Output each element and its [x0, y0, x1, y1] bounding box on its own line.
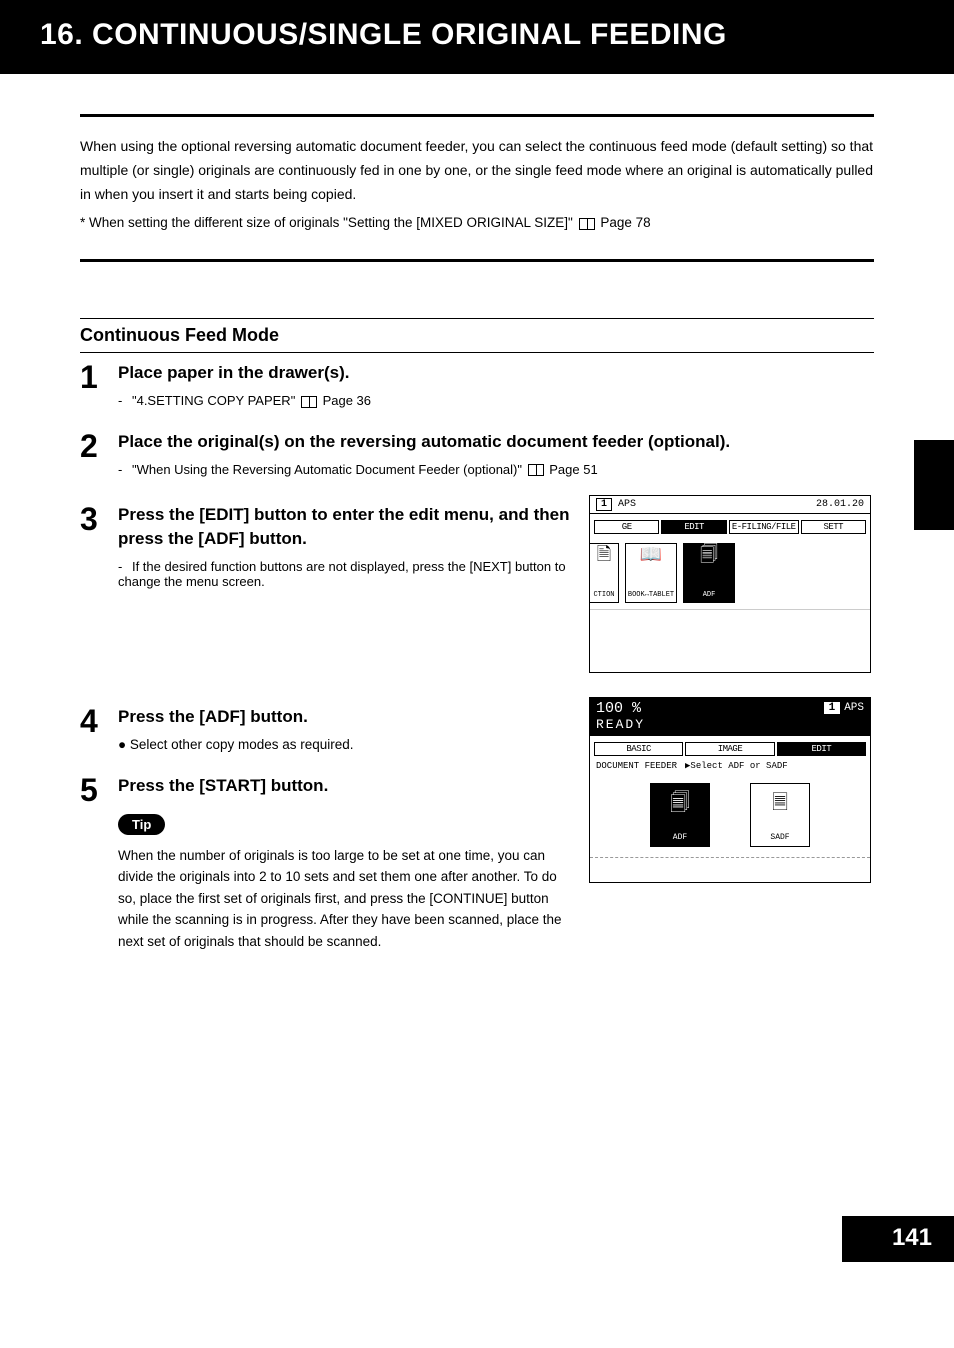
page-header: 16. CONTINUOUS/SINGLE ORIGINAL FEEDING: [0, 0, 954, 74]
page-number: 141: [842, 1216, 954, 1262]
lcd-btn-book-tablet[interactable]: 📖 BOOK↔TABLET: [625, 543, 677, 603]
lcd-btn-sadf-mode[interactable]: 🗏 SADF: [750, 783, 810, 847]
step-3-title: Press the [EDIT] button to enter the edi…: [118, 503, 571, 551]
lcd-copy-count: 1: [596, 498, 612, 511]
step-1-title: Place paper in the drawer(s).: [118, 361, 874, 385]
adf-icon: 🗐: [700, 547, 718, 565]
step-number: 4: [80, 705, 118, 766]
step-1-ref: - "4.SETTING COPY PAPER" Page 36: [118, 393, 874, 408]
lcd-tab-basic[interactable]: BASIC: [594, 742, 683, 756]
step-5-title: Press the [START] button.: [118, 774, 571, 798]
adf-icon: 🗐: [670, 788, 690, 822]
lcd-tab-edit[interactable]: EDIT: [661, 520, 726, 534]
step-number: 1: [80, 361, 118, 422]
lcd-tab-settings[interactable]: SETT: [801, 520, 866, 534]
intro-note: * When setting the different size of ori…: [80, 212, 874, 235]
step-3: 3 Press the [EDIT] button to enter the e…: [80, 503, 571, 603]
lcd-screen-adf-select: 100 % 1 APS READY BASIC IMAGE EDIT DOCUM…: [589, 697, 871, 883]
step-3-note: - If the desired function buttons are no…: [118, 559, 571, 589]
lcd-tab-efiling[interactable]: E-FILING/FILE: [729, 520, 799, 534]
step-number: 3: [80, 503, 118, 603]
lcd-screen-edit-menu: 1 APS 28.01.20 GE EDIT E-FILING/FILE SET…: [589, 495, 871, 673]
lcd-tab-image[interactable]: IMAGE: [685, 742, 774, 756]
book-reference-icon: [301, 396, 317, 408]
step-4: 4 Press the [ADF] button. ● Select other…: [80, 705, 571, 766]
lcd-subline-label: DOCUMENT FEEDER: [596, 761, 677, 771]
page-footer: 141: [0, 1216, 954, 1262]
tip-text: When the number of originals is too larg…: [118, 845, 571, 953]
step-5: 5 Press the [START] button. Tip When the…: [80, 774, 571, 953]
intro-block: When using the optional reversing automa…: [80, 114, 874, 262]
step-1: 1 Place paper in the drawer(s). - "4.SET…: [80, 361, 874, 422]
lcd-zoom: 100 %: [596, 700, 641, 717]
lcd-ready-status: READY: [596, 717, 864, 732]
lcd-btn-adf-mode[interactable]: 🗐 ADF: [650, 783, 710, 847]
lcd-aps-label: APS: [844, 702, 864, 714]
lcd-tab-ge[interactable]: GE: [594, 520, 659, 534]
step-2: 2 Place the original(s) on the reversing…: [80, 430, 874, 491]
lcd-tab-edit[interactable]: EDIT: [777, 742, 866, 756]
step-2-ref: - "When Using the Reversing Automatic Do…: [118, 462, 874, 477]
lcd-aps-label: APS: [618, 499, 636, 510]
section-title: Continuous Feed Mode: [80, 318, 874, 353]
lcd-copy-count: 1: [824, 702, 841, 714]
step-number: 5: [80, 774, 118, 953]
intro-paragraph: When using the optional reversing automa…: [80, 135, 874, 206]
page-title: 16. CONTINUOUS/SINGLE ORIGINAL FEEDING: [40, 18, 914, 52]
book-reference-icon: [528, 464, 544, 476]
book-reference-icon: [579, 218, 595, 230]
chapter-side-tab: [914, 440, 954, 530]
lcd-btn-adf[interactable]: 🗐 ADF: [683, 543, 735, 603]
step-4-title: Press the [ADF] button.: [118, 705, 571, 729]
step-number: 2: [80, 430, 118, 491]
book-tablet-icon: 📖: [640, 547, 662, 565]
step-4-bullet: ● Select other copy modes as required.: [118, 737, 571, 752]
document-icon: 🗎: [597, 547, 611, 565]
step-2-title: Place the original(s) on the reversing a…: [118, 430, 874, 454]
lcd-btn-ction[interactable]: 🗎 CTION: [590, 543, 619, 603]
sadf-icon: 🗏: [772, 788, 788, 822]
lcd-date: 28.01.20: [816, 499, 864, 510]
tip-badge: Tip: [118, 814, 165, 835]
lcd-subline-prompt: ▶Select ADF or SADF: [685, 761, 788, 771]
